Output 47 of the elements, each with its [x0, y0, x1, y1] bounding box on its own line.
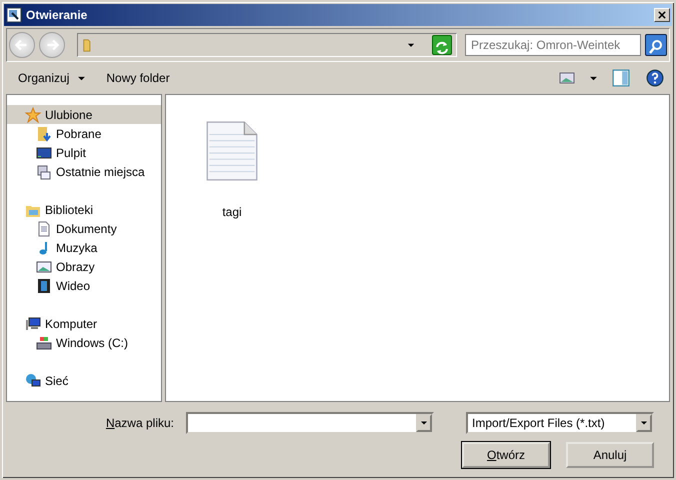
- dialog-button[interactable]: Otwórz: [462, 442, 550, 468]
- recent-icon: [36, 164, 52, 180]
- dialog-button[interactable]: Anuluj: [566, 442, 654, 468]
- image-icon: [36, 258, 52, 274]
- window-icon: [6, 7, 22, 23]
- address-bar[interactable]: [77, 33, 457, 57]
- desktop-icon: [36, 144, 52, 160]
- file-type-select[interactable]: Import/Export Files (*.txt): [466, 412, 654, 434]
- sidebar-item[interactable]: Biblioteki: [7, 200, 161, 219]
- close-icon: [657, 10, 667, 20]
- search-icon: [648, 38, 664, 55]
- document-icon: [36, 220, 52, 236]
- computer-icon: [25, 316, 41, 332]
- forward-button[interactable]: [39, 32, 65, 58]
- sidebar-item[interactable]: Komputer: [7, 314, 161, 333]
- sidebar-item[interactable]: Pulpit: [7, 143, 161, 162]
- star-icon: [25, 106, 41, 122]
- view-icon: [559, 70, 575, 86]
- dropdown-arrow-icon: [420, 419, 428, 427]
- sidebar-item[interactable]: Ostatnie miejsca: [7, 162, 161, 181]
- sidebar-item[interactable]: Ulubione: [7, 105, 161, 124]
- refresh-button[interactable]: [432, 35, 452, 55]
- file-item[interactable]: tagi: [188, 107, 276, 221]
- field-label: Nazwa pliku:: [106, 415, 174, 432]
- search-button[interactable]: [645, 34, 667, 56]
- refresh-arrows-icon: [434, 40, 450, 56]
- close-button[interactable]: [654, 8, 670, 22]
- toolbar-button[interactable]: Nowy folder: [100, 67, 176, 89]
- window-title: Otwieranie: [26, 7, 88, 24]
- sidebar-item[interactable]: Wideo: [7, 276, 161, 295]
- download-icon: [36, 126, 52, 142]
- network-icon: [25, 372, 41, 388]
- sidebar-item[interactable]: Windows (C:): [7, 333, 161, 352]
- video-icon: [36, 278, 52, 294]
- file-name-field[interactable]: [186, 412, 434, 434]
- sidebar-item[interactable]: Sieć: [7, 371, 161, 390]
- toolbar-button[interactable]: Organizuj: [12, 67, 92, 89]
- preview-pane-icon: [612, 69, 630, 87]
- help-icon: [646, 69, 664, 87]
- sidebar-item[interactable]: Obrazy: [7, 257, 161, 276]
- dropdown-arrow-icon: [640, 419, 648, 427]
- back-button[interactable]: [9, 32, 35, 58]
- sidebar-item[interactable]: Dokumenty: [7, 219, 161, 238]
- drive-icon: [36, 334, 52, 350]
- search-field[interactable]: Przeszukaj: Omron-Weintek: [465, 34, 641, 56]
- sidebar-item[interactable]: Muzyka: [7, 238, 161, 257]
- sidebar-item[interactable]: Pobrane: [7, 124, 161, 143]
